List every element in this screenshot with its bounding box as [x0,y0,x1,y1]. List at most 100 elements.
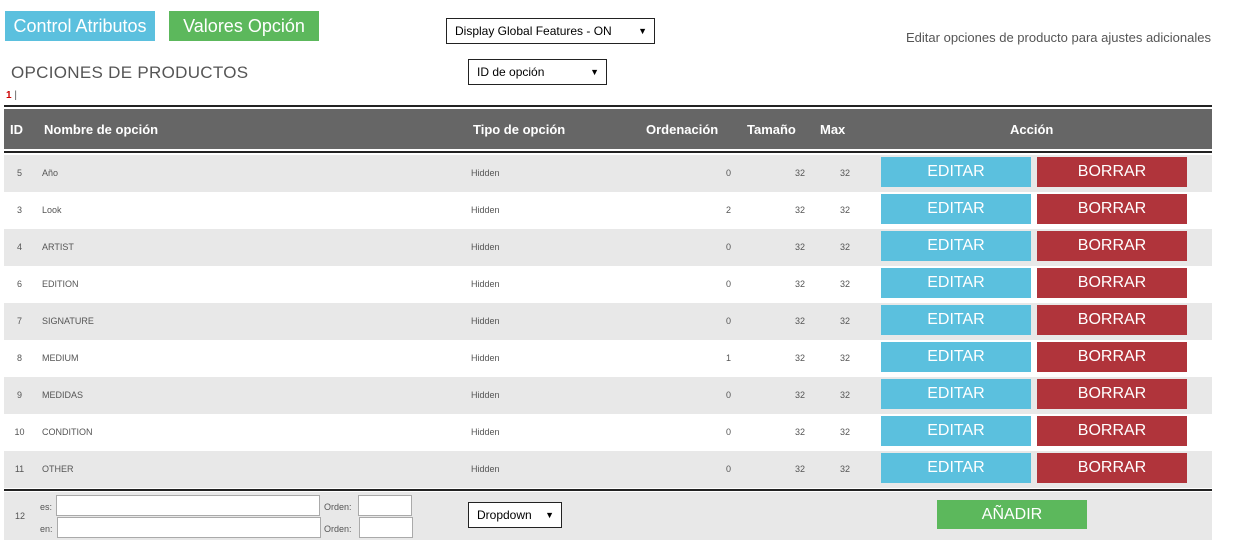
cell-order: 2 [725,205,731,215]
cell-id: 5 [16,168,22,178]
cell-size: 32 [794,168,805,178]
caret-down-icon: ▼ [590,67,599,77]
lang-label-es: es: [40,502,53,512]
order-es-input[interactable] [358,495,412,516]
page-link-current[interactable]: 1 [6,90,12,101]
new-option-id: 12 [15,511,26,521]
cell-max: 32 [839,205,850,215]
cell-name: MEDIDAS [42,390,84,400]
col-header-action: Acción [1010,122,1054,137]
edit-button[interactable]: EDITAR [881,157,1031,187]
cell-size: 32 [794,464,805,474]
cell-size: 32 [794,390,805,400]
cell-order: 0 [725,242,731,252]
delete-button[interactable]: BORRAR [1037,305,1187,335]
col-header-size: Tamaño [747,122,796,137]
control-atributos-button[interactable]: Control Atributos [5,11,155,41]
orden-label: Orden: [324,524,352,534]
divider [4,489,1212,491]
cell-size: 32 [794,279,805,289]
cell-size: 32 [794,316,805,326]
add-option-button[interactable]: AÑADIR [937,500,1087,529]
cell-type: Hidden [471,353,500,363]
page-title: OPCIONES DE PRODUCTOS [11,63,249,82]
cell-type: Hidden [471,168,500,178]
table-row: 10 CONDITION Hidden 0 32 32 EDITAR BORRA… [4,414,1212,451]
table-row: 11 OTHER Hidden 0 32 32 EDITAR BORRAR [4,451,1212,488]
edit-button[interactable]: EDITAR [881,268,1031,298]
cell-type: Hidden [471,316,500,326]
cell-order: 0 [725,279,731,289]
table-row: 9 MEDIDAS Hidden 0 32 32 EDITAR BORRAR [4,377,1212,414]
order-en-input[interactable] [359,517,413,538]
name-en-input[interactable] [57,517,321,538]
cell-order: 0 [725,316,731,326]
col-header-type: Tipo de opción [473,122,566,137]
cell-id: 3 [16,205,22,215]
cell-type: Hidden [471,427,500,437]
cell-id: 6 [16,279,22,289]
edit-button[interactable]: EDITAR [881,416,1031,446]
cell-id: 10 [14,427,25,437]
cell-order: 1 [725,353,731,363]
orden-label: Orden: [324,502,352,512]
edit-button[interactable]: EDITAR [881,194,1031,224]
cell-order: 0 [725,168,731,178]
global-features-select[interactable]: Display Global Features - ON ▼ [446,18,655,44]
col-header-id: ID [10,122,23,137]
cell-max: 32 [839,168,850,178]
valores-opcion-button[interactable]: Valores Opción [169,11,319,41]
edit-button[interactable]: EDITAR [881,342,1031,372]
page-info-text: Editar opciones de producto para ajustes… [906,30,1211,45]
cell-type: Hidden [471,279,500,289]
col-header-name: Nombre de opción [44,122,159,137]
edit-button[interactable]: EDITAR [881,453,1031,483]
cell-order: 0 [725,390,731,400]
sort-select[interactable]: ID de opción ▼ [468,59,607,85]
cell-name: ARTIST [42,242,74,252]
col-header-order: Ordenación [646,122,719,137]
table-row: 7 SIGNATURE Hidden 0 32 32 EDITAR BORRAR [4,303,1212,340]
delete-button[interactable]: BORRAR [1037,157,1187,187]
cell-type: Hidden [471,390,500,400]
cell-id: 11 [14,464,25,474]
table-row: 5 Año Hidden 0 32 32 EDITAR BORRAR [4,155,1212,192]
option-type-select[interactable]: Dropdown ▼ [468,502,562,528]
pager-separator: | [14,90,17,101]
cell-name: OTHER [42,464,74,474]
pagination: 1 | [6,90,17,101]
table-row: 8 MEDIUM Hidden 1 32 32 EDITAR BORRAR [4,340,1212,377]
cell-max: 32 [839,464,850,474]
cell-name: SIGNATURE [42,316,94,326]
divider [4,105,1212,107]
caret-down-icon: ▼ [638,26,647,36]
cell-order: 0 [725,427,731,437]
table-header: ID Nombre de opción Tipo de opción Orden… [4,109,1212,149]
cell-type: Hidden [471,205,500,215]
lang-label-en: en: [40,524,53,534]
cell-size: 32 [794,427,805,437]
delete-button[interactable]: BORRAR [1037,342,1187,372]
edit-button[interactable]: EDITAR [881,231,1031,261]
delete-button[interactable]: BORRAR [1037,268,1187,298]
delete-button[interactable]: BORRAR [1037,416,1187,446]
cell-name: Año [42,168,59,178]
cell-id: 9 [16,390,22,400]
edit-button[interactable]: EDITAR [881,305,1031,335]
cell-type: Hidden [471,242,500,252]
edit-button[interactable]: EDITAR [881,379,1031,409]
cell-name: Look [42,205,62,215]
delete-button[interactable]: BORRAR [1037,194,1187,224]
sort-select-value: ID de opción [477,65,545,79]
name-es-input[interactable] [56,495,320,516]
delete-button[interactable]: BORRAR [1037,453,1187,483]
delete-button[interactable]: BORRAR [1037,379,1187,409]
cell-name: CONDITION [42,427,93,437]
cell-max: 32 [839,353,850,363]
divider [4,151,1212,153]
cell-id: 8 [16,353,22,363]
table-row: 3 Look Hidden 2 32 32 EDITAR BORRAR [4,192,1212,229]
cell-max: 32 [839,390,850,400]
cell-size: 32 [794,353,805,363]
delete-button[interactable]: BORRAR [1037,231,1187,261]
